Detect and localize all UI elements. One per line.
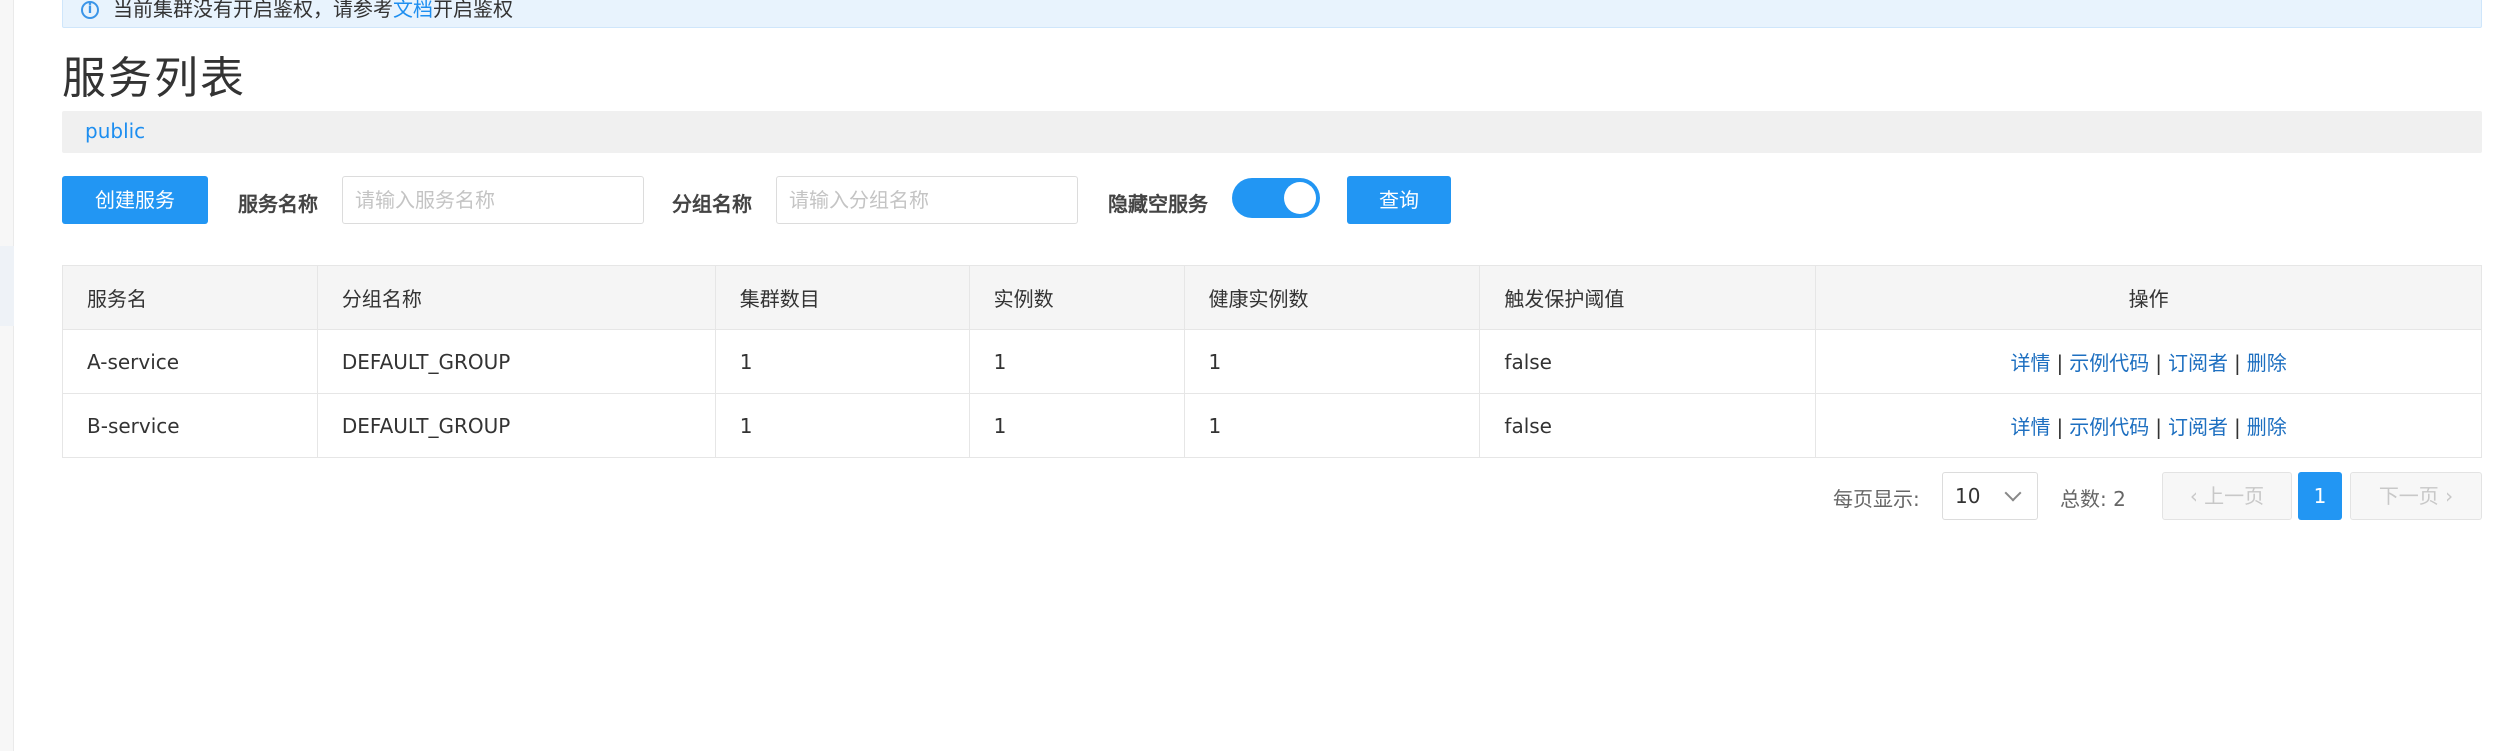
total-count: 总数: 2 <box>2060 487 2126 511</box>
sample-code-link[interactable]: 示例代码 <box>2069 415 2149 439</box>
action-separator: | <box>2155 351 2162 375</box>
action-separator: | <box>2155 415 2162 439</box>
cell-healthy-count: 1 <box>1183 393 1481 458</box>
subscribers-link[interactable]: 订阅者 <box>2168 415 2228 439</box>
namespace-public[interactable]: public <box>85 119 145 143</box>
delete-link[interactable]: 删除 <box>2247 351 2287 375</box>
cell-actions: 详情 | 示例代码 | 订阅者 | 删除 <box>1815 329 2482 394</box>
group-name-label: 分组名称 <box>672 192 752 216</box>
cell-service-name: B-service <box>62 393 318 458</box>
cell-group-name: DEFAULT_GROUP <box>316 329 716 394</box>
per-page-value: 10 <box>1955 484 1981 508</box>
create-service-button[interactable]: 创建服务 <box>62 176 208 224</box>
sample-code-link[interactable]: 示例代码 <box>2069 351 2149 375</box>
per-page-select[interactable]: 10 <box>1942 472 2038 520</box>
cell-instance-count: 1 <box>968 329 1185 394</box>
per-page-label: 每页显示: <box>1833 487 1920 511</box>
action-separator: | <box>2056 415 2064 439</box>
col-header-healthy-count: 健康实例数 <box>1183 265 1481 330</box>
col-header-cluster-count: 集群数目 <box>714 265 970 330</box>
table-row: A-service DEFAULT_GROUP 1 1 1 false 详情 | 示… <box>62 329 2482 394</box>
next-page-button[interactable]: 下一页 › <box>2350 472 2482 520</box>
service-name-label: 服务名称 <box>238 192 318 216</box>
left-sidebar-rail <box>0 0 14 751</box>
prev-page-button[interactable]: ‹ 上一页 <box>2162 472 2292 520</box>
action-separator: | <box>2056 351 2064 375</box>
action-separator: | <box>2234 351 2241 375</box>
search-toolbar: 创建服务 服务名称 分组名称 隐藏空服务 查询 <box>62 176 2482 228</box>
prev-page-label: 上一页 <box>2204 484 2265 508</box>
toggle-knob <box>1284 182 1316 214</box>
info-icon: i <box>81 1 99 19</box>
chevron-down-icon <box>2004 484 2022 502</box>
col-header-instance-count: 实例数 <box>968 265 1185 330</box>
detail-link[interactable]: 详情 <box>2011 351 2051 375</box>
notice-text-after: 开启鉴权 <box>433 0 513 21</box>
col-header-protect-threshold: 触发保护阈值 <box>1479 265 1817 330</box>
cell-healthy-count: 1 <box>1183 329 1481 394</box>
action-separator: | <box>2234 415 2241 439</box>
next-page-label: 下一页 <box>2378 484 2439 508</box>
service-table: 服务名 分组名称 集群数目 实例数 健康实例数 触发保护阈值 操作 A-serv… <box>62 265 2482 458</box>
namespace-bar: public <box>62 111 2482 153</box>
notice-doc-link[interactable]: 文档 <box>393 0 433 21</box>
cell-cluster-count: 1 <box>714 329 970 394</box>
chevron-right-icon: › <box>2445 484 2454 508</box>
service-name-input[interactable] <box>342 176 644 224</box>
notice-text-before: 当前集群没有开启鉴权，请参考 <box>113 0 393 21</box>
hide-empty-label: 隐藏空服务 <box>1108 192 1208 216</box>
cell-protect-threshold: false <box>1479 329 1817 394</box>
cell-cluster-count: 1 <box>714 393 970 458</box>
col-header-service-name: 服务名 <box>62 265 318 330</box>
page-title: 服务列表 <box>62 53 246 104</box>
col-header-group-name: 分组名称 <box>316 265 716 330</box>
table-row: B-service DEFAULT_GROUP 1 1 1 false 详情 | 示… <box>62 393 2482 458</box>
notice-text: 当前集群没有开启鉴权，请参考文档开启鉴权 <box>113 0 513 22</box>
sidebar-active-item[interactable] <box>0 246 14 326</box>
page-1-button[interactable]: 1 <box>2298 472 2342 520</box>
cell-service-name: A-service <box>62 329 318 394</box>
pagination: 每页显示: 10 总数: 2 ‹ 上一页 1 下一页 › <box>62 472 2482 522</box>
chevron-left-icon: ‹ <box>2189 484 2198 508</box>
group-name-input[interactable] <box>776 176 1078 224</box>
query-button[interactable]: 查询 <box>1347 176 1451 224</box>
main-content: i 当前集群没有开启鉴权，请参考文档开启鉴权 服务列表 public 创建服务 … <box>62 0 2482 751</box>
cell-instance-count: 1 <box>968 393 1185 458</box>
cell-protect-threshold: false <box>1479 393 1817 458</box>
col-header-actions: 操作 <box>1815 265 2482 330</box>
table-header-row: 服务名 分组名称 集群数目 实例数 健康实例数 触发保护阈值 操作 <box>62 265 2482 330</box>
subscribers-link[interactable]: 订阅者 <box>2168 351 2228 375</box>
hide-empty-toggle[interactable] <box>1232 178 1320 218</box>
delete-link[interactable]: 删除 <box>2247 415 2287 439</box>
auth-notice-banner: i 当前集群没有开启鉴权，请参考文档开启鉴权 <box>62 0 2482 28</box>
cell-group-name: DEFAULT_GROUP <box>316 393 716 458</box>
detail-link[interactable]: 详情 <box>2011 415 2051 439</box>
cell-actions: 详情 | 示例代码 | 订阅者 | 删除 <box>1815 393 2482 458</box>
